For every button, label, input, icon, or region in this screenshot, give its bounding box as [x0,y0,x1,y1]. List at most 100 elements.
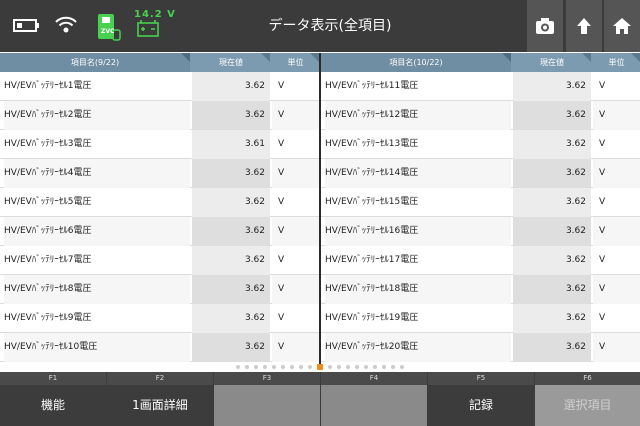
table-row[interactable]: HV/EVﾊﾞｯﾃﾘｰｾﾙ15電圧 3.62 V [321,188,640,217]
f5-key-label: F5 [428,372,534,385]
page-dot[interactable] [236,365,240,369]
f4-key-label: F4 [321,372,427,385]
row-unit: V [272,159,319,188]
page-dot[interactable] [245,365,249,369]
f4-button[interactable]: F4 [321,372,428,426]
row-value: 3.62 [192,159,270,188]
page-dot[interactable] [391,365,395,369]
f5-record-button[interactable]: F5 記録 [428,372,535,426]
page-dot[interactable] [364,365,368,369]
row-unit: V [278,197,285,207]
page-dot[interactable] [355,365,359,369]
row-unit: V [599,255,606,265]
f3-button[interactable]: F3 [214,372,321,426]
row-unit: V [593,101,640,130]
table-row[interactable]: HV/EVﾊﾞｯﾃﾘｰｾﾙ14電圧 3.62 V [321,159,640,188]
column-header-name[interactable]: 項目名(10/22) [321,53,511,72]
table-row[interactable]: HV/EVﾊﾞｯﾃﾘｰｾﾙ18電圧 3.62 V [321,275,640,304]
column-header-value[interactable]: 現在値 [192,53,270,72]
page-dot[interactable] [328,365,332,369]
table-row[interactable]: HV/EVﾊﾞｯﾃﾘｰｾﾙ2電圧 3.62 V [0,101,319,130]
table-row[interactable]: HV/EVﾊﾞｯﾃﾘｰｾﾙ19電圧 3.62 V [321,304,640,333]
battery-icon [13,19,39,32]
row-name: HV/EVﾊﾞｯﾃﾘｰｾﾙ1電圧 [4,81,92,91]
page-dot[interactable] [337,365,341,369]
column-header-unit[interactable]: 単位 [593,53,640,72]
row-name: HV/EVﾊﾞｯﾃﾘｰｾﾙ14電圧 [325,159,511,188]
row-value: 3.61 [192,130,270,159]
page-dot[interactable] [254,365,258,369]
screenshot-button[interactable] [527,0,563,52]
table-row[interactable]: HV/EVﾊﾞｯﾃﾘｰｾﾙ13電圧 3.62 V [321,130,640,159]
row-name: HV/EVﾊﾞｯﾃﾘｰｾﾙ20電圧 [325,333,511,362]
upload-icon [577,18,591,34]
page-dot-active[interactable] [317,364,323,370]
row-name: HV/EVﾊﾞｯﾃﾘｰｾﾙ8電圧 [4,275,190,304]
page-dot[interactable] [308,365,312,369]
row-name: HV/EVﾊﾞｯﾃﾘｰｾﾙ15電圧 [325,197,419,207]
table-row[interactable]: HV/EVﾊﾞｯﾃﾘｰｾﾙ12電圧 3.62 V [321,101,640,130]
right-data-table: 項目名(10/22) 現在値 単位 HV/EVﾊﾞｯﾃﾘｰｾﾙ11電圧 3.62 V… [321,53,640,367]
table-header: 項目名(10/22) 現在値 単位 [321,53,640,72]
page-dot[interactable] [299,365,303,369]
row-unit: V [278,255,285,265]
row-unit: V [272,275,319,304]
car-battery-icon [137,20,159,37]
table-row[interactable]: HV/EVﾊﾞｯﾃﾘｰｾﾙ3電圧 3.61 V [0,130,319,159]
row-unit: V [272,101,319,130]
page-dot[interactable] [263,365,267,369]
page-dot[interactable] [373,365,377,369]
page-indicator[interactable] [0,363,640,371]
table-row[interactable]: HV/EVﾊﾞｯﾃﾘｰｾﾙ9電圧 3.62 V [0,304,319,333]
column-header-value[interactable]: 現在値 [513,53,591,72]
table-row[interactable]: HV/EVﾊﾞｯﾃﾘｰｾﾙ6電圧 3.62 V [0,217,319,246]
f6-select-items-button[interactable]: F6 選択項目 [535,372,640,426]
row-name: HV/EVﾊﾞｯﾃﾘｰｾﾙ2電圧 [4,101,190,130]
row-unit: V [278,313,285,323]
top-bar: ZVC 14.2 V データ表示(全項目) [0,0,640,52]
table-row[interactable]: HV/EVﾊﾞｯﾃﾘｰｾﾙ16電圧 3.62 V [321,217,640,246]
page-dot[interactable] [272,365,276,369]
row-value: 3.62 [192,72,270,101]
row-unit: V [599,313,606,323]
table-row[interactable]: HV/EVﾊﾞｯﾃﾘｰｾﾙ10電圧 3.62 V [0,333,319,362]
page-dot[interactable] [400,365,404,369]
row-value: 3.62 [513,304,591,333]
function-key-bar: F1 機能 F2 1画面詳細 F3 F4 F5 記録 F6 選択項目 [0,372,640,426]
camera-icon [536,18,554,34]
f3-key-label: F3 [214,372,320,385]
f2-detail-button[interactable]: F2 1画面詳細 [107,372,214,426]
page-dot[interactable] [346,365,350,369]
table-row[interactable]: HV/EVﾊﾞｯﾃﾘｰｾﾙ1電圧 3.62 V [0,72,319,101]
table-row[interactable]: HV/EVﾊﾞｯﾃﾘｰｾﾙ20電圧 3.62 V [321,333,640,362]
f4-button-label [321,385,427,426]
wifi-icon [55,16,77,33]
column-header-name[interactable]: 項目名(9/22) [0,53,190,72]
row-value: 3.62 [513,246,591,275]
page-dot[interactable] [281,365,285,369]
table-row[interactable]: HV/EVﾊﾞｯﾃﾘｰｾﾙ7電圧 3.62 V [0,246,319,275]
row-value: 3.62 [192,188,270,217]
column-header-unit[interactable]: 単位 [272,53,319,72]
row-unit: V [593,333,640,362]
page-dot[interactable] [290,365,294,369]
row-value: 3.62 [192,333,270,362]
table-row[interactable]: HV/EVﾊﾞｯﾃﾘｰｾﾙ8電圧 3.62 V [0,275,319,304]
home-icon [613,18,631,34]
home-button[interactable] [604,0,640,52]
zvc-label: ZVC [101,28,115,35]
row-unit: V [278,81,285,91]
page-dot[interactable] [382,365,386,369]
table-row[interactable]: HV/EVﾊﾞｯﾃﾘｰｾﾙ5電圧 3.62 V [0,188,319,217]
f1-function-button[interactable]: F1 機能 [0,372,107,426]
table-row[interactable]: HV/EVﾊﾞｯﾃﾘｰｾﾙ11電圧 3.62 V [321,72,640,101]
table-row[interactable]: HV/EVﾊﾞｯﾃﾘｰｾﾙ17電圧 3.62 V [321,246,640,275]
row-value: 3.62 [513,188,591,217]
row-unit: V [278,139,285,149]
f2-key-label: F2 [107,372,213,385]
table-row[interactable]: HV/EVﾊﾞｯﾃﾘｰｾﾙ4電圧 3.62 V [0,159,319,188]
zvc-device-icon [98,14,121,41]
row-value: 3.62 [513,72,591,101]
back-button[interactable] [566,0,602,52]
f5-button-label: 記録 [428,385,534,426]
